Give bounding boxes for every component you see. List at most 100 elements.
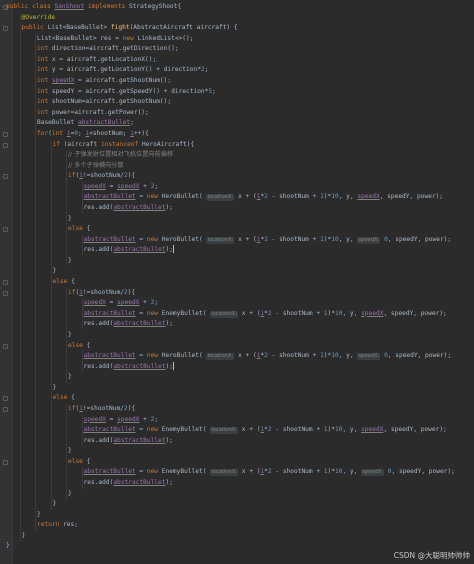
indent-guide [19,12,21,24]
indent-guide [81,192,83,203]
code-line[interactable]: res.add(abstractBullet); [0,245,474,256]
code-line[interactable]: BaseBullet abstractBullet; [0,118,474,129]
code-line[interactable]: abstractBullet = new EnemyBullet( locati… [0,425,474,436]
code-line[interactable]: int speedX = aircraft.getShootNum(); [0,76,474,87]
code-line[interactable]: } [0,213,474,225]
code-text: int direction=aircraft.getDirection(); [37,44,179,55]
indent-guide [66,181,67,193]
code-line[interactable]: } [0,530,474,542]
code-line[interactable]: } [0,255,474,267]
fold-icon[interactable] [3,396,8,402]
code-line[interactable]: else { [0,456,474,468]
code-line[interactable]: if(i!=shootNum/2){ [0,171,474,182]
fold-icon[interactable] [3,227,8,233]
code-line[interactable]: public List<BaseBullet> fight(AbstractAi… [0,23,474,34]
code-line[interactable]: res.add(abstractBullet); [0,435,474,447]
code-line[interactable]: for(int i=0; i<shootNum; i++){ [0,128,474,140]
indent-guide [35,308,36,320]
code-area[interactable]: public class SanShoot implements Strateg… [0,2,474,552]
code-token: new [146,352,162,360]
code-line[interactable]: else { [0,393,474,404]
fold-icon[interactable] [3,406,8,412]
code-line[interactable]: res.add(abstractBullet); [0,202,474,214]
code-line[interactable]: speedX = speedX + 2; [0,414,474,426]
text-caret [172,361,174,370]
code-line[interactable]: else { [0,224,474,235]
code-line[interactable]: // 子弹发射位置相对飞机位置向前偏移 [0,150,474,161]
code-token: ); [165,320,173,328]
indent-guide [35,478,36,489]
code-token: ; [130,119,134,127]
code-text: else { [68,341,90,352]
code-line[interactable]: public class SanShoot implements Strateg… [0,2,474,13]
indent-guide [50,277,52,288]
fold-icon[interactable] [3,131,8,137]
code-token: )* [327,426,335,434]
fold-icon[interactable] [3,343,8,349]
code-token: return [37,521,64,529]
code-line[interactable]: if(i!=shootNum/2){ [0,403,474,415]
code-line[interactable]: // 多个子弹横向分散 [0,160,474,172]
indent-guide [50,298,52,309]
fold-icon[interactable] [3,459,8,465]
code-line[interactable]: } [0,329,474,341]
code-line[interactable]: speedX = speedX + 2; [0,298,474,309]
indent-guide [19,86,21,98]
code-line[interactable]: } [0,266,474,278]
code-text: res.add(abstractBullet); [84,478,173,489]
code-line[interactable]: else { [0,340,474,352]
code-line[interactable]: abstractBullet = new HeroBullet( locatio… [0,351,474,362]
code-token: { [86,457,91,465]
indent-guide [19,520,21,531]
code-line[interactable]: @Override [0,12,474,24]
code-line[interactable]: List<BaseBullet> res = new LinkedList<>(… [0,33,474,45]
fold-icon[interactable] [3,174,8,180]
code-line[interactable]: int y = aircraft.getLocationY() + direct… [0,65,474,77]
indent-guide [66,171,67,182]
indent-guide [81,414,83,426]
code-line[interactable]: int direction=aircraft.getDirection(); [0,44,474,55]
code-line[interactable]: res.add(abstractBullet); [0,361,474,373]
indent-guide [35,171,36,182]
indent-guide [50,446,52,457]
code-token: abstractBullet [83,468,136,476]
code-line[interactable]: int speedY = aircraft.getSpeedY() + dire… [0,86,474,98]
code-line[interactable]: abstractBullet = new HeroBullet( locatio… [0,234,474,246]
fold-icon[interactable] [3,26,8,32]
code-text: } [68,214,72,225]
code-line[interactable]: int shootNum=aircraft.getShootNum(); [0,97,474,108]
code-line[interactable]: } [0,488,474,500]
indent-guide [35,255,36,267]
indent-guide [19,255,21,267]
code-line[interactable]: } [0,499,474,510]
code-token: !=shootNum/ [82,404,124,412]
fold-icon[interactable] [3,280,8,286]
code-token: res.add( [83,436,114,444]
parameter-hint: locationX: [210,310,239,318]
parameter-hint: speedX: [357,353,381,361]
code-token: ; [204,66,209,74]
code-line[interactable]: if(i!=shootNum/2){ [0,287,474,299]
fold-icon[interactable] [3,290,8,296]
code-line[interactable]: if (aircraft instanceof HeroAircraft){ [0,139,474,151]
code-line[interactable]: abstractBullet = new EnemyBullet( locati… [0,308,474,320]
code-line[interactable]: speedX = speedX + 2; [0,181,474,193]
code-line[interactable]: else { [0,277,474,288]
indent-guide [81,202,83,214]
code-editor[interactable]: public class SanShoot implements Strateg… [0,0,474,564]
code-line[interactable]: return res; [0,520,474,531]
code-line[interactable]: } [0,509,474,521]
code-line[interactable]: } [0,372,474,383]
code-line[interactable]: int x = aircraft.getLocationX(); [0,54,474,66]
code-token: res.add( [83,320,114,328]
indent-guide [66,329,67,341]
code-line[interactable]: int power=aircraft.getPower(); [0,107,474,119]
code-line[interactable]: res.add(abstractBullet); [0,478,474,489]
code-line[interactable]: } [0,382,474,394]
code-text: speedX = speedX + 2; [84,298,159,309]
code-line[interactable]: res.add(abstractBullet); [0,319,474,330]
code-line[interactable]: } [0,446,474,457]
fold-icon[interactable] [3,142,8,148]
code-line[interactable]: abstractBullet = new EnemyBullet( locati… [0,467,474,479]
code-line[interactable]: abstractBullet = new HeroBullet( locatio… [0,192,474,203]
